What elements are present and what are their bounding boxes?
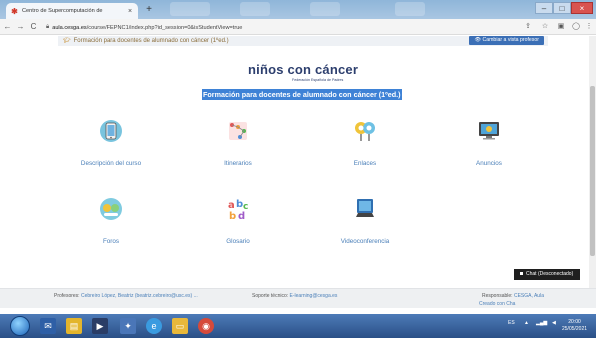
url-text: aula.cesga.es/course/FEPNC1/index.php?id… <box>52 25 242 31</box>
media-player-icon[interactable]: ▶ <box>92 318 108 334</box>
titlebar-glass <box>395 2 425 16</box>
footer-teachers: Profesores: Cebreiro López, Beatriz (bea… <box>54 293 198 299</box>
browser-tab[interactable]: ✱ Centro de Supercomputación de × <box>6 3 138 19</box>
switch-role-label: Cambiar a vista profesor <box>482 37 539 43</box>
logo-subtitle: Federación Española de Padres <box>292 78 344 82</box>
page-scrollbar[interactable] <box>589 36 596 308</box>
tablet-icon <box>100 120 122 142</box>
profile-icon[interactable]: ◯ <box>571 22 581 32</box>
itinerary-icon <box>229 122 247 140</box>
tile-label: Descripción del curso <box>80 160 142 167</box>
volume-icon[interactable]: ◀ <box>552 320 556 326</box>
cesga-favicon-icon: ✱ <box>11 6 18 16</box>
page-footer: Profesores: Cebreiro López, Beatriz (bea… <box>0 288 596 308</box>
tile-label: Anuncios <box>476 160 502 167</box>
abc-icon: a b c b d <box>228 199 248 222</box>
tile-label: Foros <box>102 238 120 245</box>
course-header-bar: 🎓︎ Formación para docentes de alumnado c… <box>58 36 548 46</box>
titlebar-glass <box>240 2 270 16</box>
ninos-con-cancer-logo: niños con cáncer Federación Española de … <box>248 62 358 82</box>
tile-foros[interactable]: Foros <box>56 196 166 252</box>
svg-text:d: d <box>238 211 245 222</box>
reading-list-icon[interactable]: ▣ <box>556 22 566 32</box>
forward-icon[interactable]: → <box>15 20 26 34</box>
titlebar-glass <box>310 2 340 16</box>
maximize-button[interactable]: □ <box>553 2 571 14</box>
links-icon <box>355 122 375 141</box>
folder-app-icon[interactable]: ▭ <box>172 318 188 334</box>
footer-support-link[interactable]: E-learning@cesga.es <box>290 293 338 299</box>
start-button-icon[interactable] <box>10 316 30 336</box>
forum-icon <box>100 198 122 220</box>
chat-label: Chat (Desconectado) <box>526 271 574 277</box>
language-indicator[interactable]: ES <box>508 320 515 326</box>
browser-toolbar: ← → C 🔒︎ aula.cesga.es/course/FEPNC1/ind… <box>0 19 596 35</box>
switch-role-button[interactable]: 👁︎ Cambiar a vista profesor <box>469 36 544 45</box>
windows-taskbar: ✉ ▤ ▶ ✦ e ▭ ◉ ES ▲ ▂▄▆ ◀ 20:00 25/05/202… <box>0 314 596 338</box>
footer-created-with[interactable]: Creado con Cha <box>479 301 515 307</box>
system-clock[interactable]: 20:00 25/05/2021 <box>562 319 587 333</box>
svg-text:a: a <box>228 200 235 211</box>
scrollbar-thumb[interactable] <box>590 86 595 256</box>
url-host: aula.cesga.es <box>52 24 87 31</box>
course-heading: Formación para docentes de alumnado con … <box>202 89 402 100</box>
tile-descripcion[interactable]: Descripción del curso <box>56 118 166 174</box>
svg-text:b: b <box>229 211 236 222</box>
file-explorer-icon[interactable]: ▤ <box>66 318 82 334</box>
footer-support-label: Soporte técnico: <box>252 293 289 299</box>
chat-widget[interactable]: Chat (Desconectado) <box>514 269 580 280</box>
monitor-icon <box>479 122 499 140</box>
chrome-icon[interactable]: ◉ <box>198 318 214 334</box>
tab-close-icon[interactable]: × <box>126 8 134 15</box>
footer-responsible-label: Responsable: <box>482 293 513 299</box>
tab-title: Centro de Supercomputación de <box>22 8 103 14</box>
window-close-button[interactable]: × <box>571 2 593 14</box>
tile-glosario[interactable]: a b c b d Glosario <box>183 196 293 252</box>
share-icon[interactable]: ⇪ <box>523 22 533 32</box>
footer-teachers-label: Profesores: <box>54 293 80 299</box>
titlebar-glass <box>170 2 210 16</box>
network-app-icon[interactable]: ✦ <box>120 318 136 334</box>
url-path: /course/FEPNC1/index.php?id_session=0&is… <box>86 24 243 31</box>
menu-icon[interactable]: ⋮ <box>584 22 594 32</box>
logo-text: niños con cáncer <box>248 62 359 77</box>
course-page: 🎓︎ Formación para docentes de alumnado c… <box>0 36 596 308</box>
tile-label: Itinerarios <box>224 160 252 167</box>
tile-label: Glosario <box>226 238 250 245</box>
back-icon[interactable]: ← <box>2 20 13 34</box>
network-tray-icon[interactable]: ▂▄▆ <box>536 320 547 326</box>
footer-responsible: Responsable: CESGA, Aula <box>482 293 544 299</box>
bookmark-star-icon[interactable]: ☆ <box>540 22 550 32</box>
chat-status-icon <box>520 272 523 276</box>
browser-edge-icon[interactable]: e <box>146 318 162 334</box>
footer-responsible-link[interactable]: CESGA, Aula <box>514 293 544 299</box>
video-icon <box>356 199 374 217</box>
clock-time: 20:00 <box>568 319 581 325</box>
footer-teachers-link[interactable]: Cebreiro López, Beatriz (beatriz.cebreir… <box>81 293 198 299</box>
course-breadcrumb[interactable]: 🎓︎ Formación para docentes de alumnado c… <box>63 37 229 45</box>
course-name: Formación para docentes de alumnado con … <box>73 37 229 44</box>
footer-support: Soporte técnico: E-learning@cesga.es <box>252 293 337 299</box>
graduation-cap-icon: 🎓︎ <box>63 38 71 44</box>
browser-tab-strip: ✱ Centro de Supercomputación de × + – □ … <box>0 0 596 19</box>
reload-icon[interactable]: C <box>28 20 39 34</box>
tile-itinerarios[interactable]: Itinerarios <box>183 118 293 174</box>
tile-label: Videoconferencia <box>340 238 390 245</box>
tile-videoconferencia[interactable]: Videoconferencia <box>310 196 420 252</box>
tile-label: Enlaces <box>353 160 377 167</box>
mail-app-icon[interactable]: ✉ <box>40 318 56 334</box>
screen: ✱ Centro de Supercomputación de × + – □ … <box>0 0 596 338</box>
tray-arrow-icon[interactable]: ▲ <box>524 320 529 326</box>
tile-anuncios[interactable]: Anuncios <box>434 118 544 174</box>
tile-enlaces[interactable]: Enlaces <box>310 118 420 174</box>
address-bar[interactable]: 🔒︎ aula.cesga.es/course/FEPNC1/index.php… <box>46 22 516 33</box>
clock-date: 25/05/2021 <box>562 326 588 332</box>
minimize-button[interactable]: – <box>535 2 553 14</box>
lock-icon: 🔒︎ <box>46 24 50 30</box>
new-tab-button[interactable]: + <box>143 4 155 16</box>
